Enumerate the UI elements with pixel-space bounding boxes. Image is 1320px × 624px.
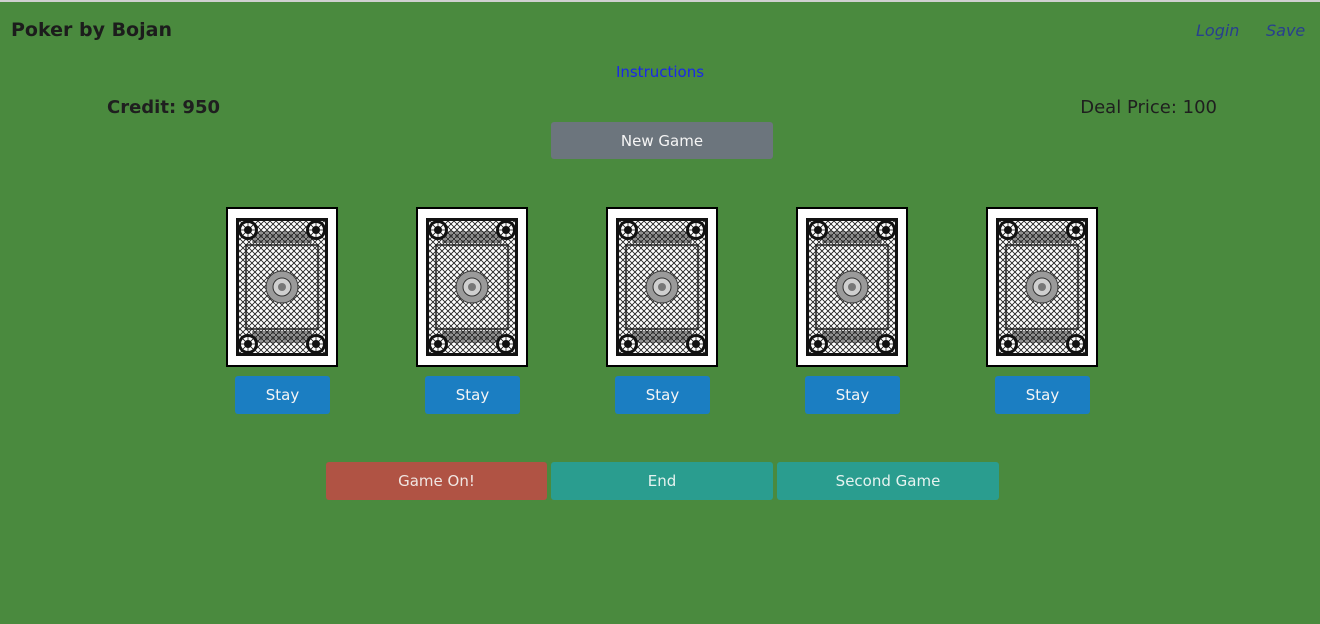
card-back-icon bbox=[236, 218, 328, 356]
save-link[interactable]: Save bbox=[1266, 21, 1305, 40]
stay-button-1[interactable]: Stay bbox=[235, 376, 330, 414]
instructions-link[interactable]: Instructions bbox=[0, 63, 1320, 81]
deal-price-display: Deal Price: 100 bbox=[1080, 97, 1217, 118]
stay-button-2[interactable]: Stay bbox=[425, 376, 520, 414]
card-back-icon bbox=[806, 218, 898, 356]
top-border bbox=[0, 0, 1320, 2]
card-5[interactable] bbox=[986, 207, 1098, 367]
card-4[interactable] bbox=[796, 207, 908, 367]
app-title: Poker by Bojan bbox=[11, 19, 172, 41]
second-game-button[interactable]: Second Game bbox=[777, 462, 999, 500]
card-back-icon bbox=[616, 218, 708, 356]
card-back-icon bbox=[426, 218, 518, 356]
card-back-icon bbox=[996, 218, 1088, 356]
login-link[interactable]: Login bbox=[1196, 21, 1239, 40]
stay-button-5[interactable]: Stay bbox=[995, 376, 1090, 414]
card-3[interactable] bbox=[606, 207, 718, 367]
card-1[interactable] bbox=[226, 207, 338, 367]
stay-button-3[interactable]: Stay bbox=[615, 376, 710, 414]
new-game-button[interactable]: New Game bbox=[551, 122, 773, 159]
credit-display: Credit: 950 bbox=[107, 97, 220, 118]
stay-button-4[interactable]: Stay bbox=[805, 376, 900, 414]
game-on-button[interactable]: Game On! bbox=[326, 462, 547, 500]
card-2[interactable] bbox=[416, 207, 528, 367]
end-button[interactable]: End bbox=[551, 462, 773, 500]
